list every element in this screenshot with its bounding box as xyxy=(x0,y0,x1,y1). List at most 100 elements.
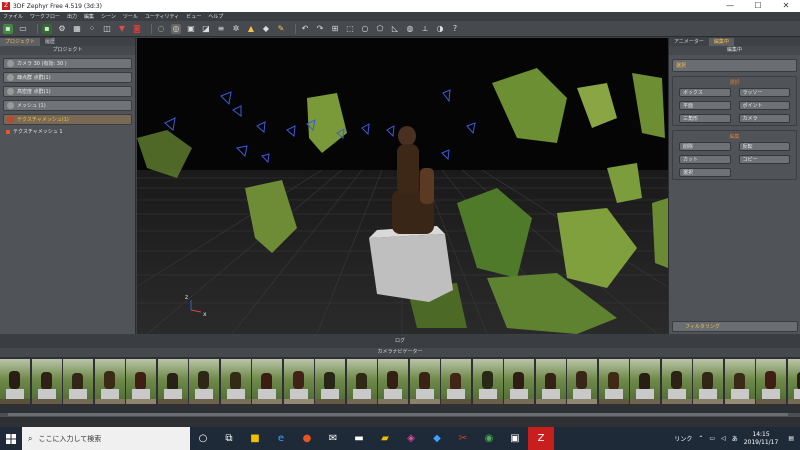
volume-icon[interactable]: ◁ xyxy=(721,435,726,442)
tray-links-label[interactable]: リンク xyxy=(674,434,692,443)
filtering-button[interactable]: フィルタリング xyxy=(672,321,798,332)
lines-icon[interactable]: ≡ xyxy=(216,24,226,34)
camera-thumbnail[interactable] xyxy=(661,359,692,404)
minimize-button[interactable]: — xyxy=(716,0,744,12)
grid-icon[interactable]: ▦ xyxy=(72,24,82,34)
zephyr-taskbar-icon[interactable]: Z xyxy=(528,427,554,450)
camera-thumbnail[interactable] xyxy=(724,359,755,404)
paint-icon[interactable]: ◈ xyxy=(398,427,424,450)
cut-button[interactable]: カット xyxy=(679,155,731,164)
circle-icon[interactable]: ○ xyxy=(360,24,370,34)
camera-thumbnail[interactable] xyxy=(693,359,723,404)
camera-thumbnail[interactable] xyxy=(378,359,408,404)
undo-icon[interactable]: ↶ xyxy=(300,24,310,34)
menu-edit[interactable]: 編集 xyxy=(84,13,94,20)
menu-export[interactable]: 出力 xyxy=(67,13,77,20)
camera-thumbnail[interactable] xyxy=(220,359,251,404)
taskbar-search[interactable]: ⌕ ここに入力して検索 xyxy=(22,427,190,450)
menu-file[interactable]: ファイル xyxy=(3,13,23,20)
open-icon[interactable]: ▭ xyxy=(18,24,28,34)
textured-mesh-entry[interactable]: テクスチャメッシュ 1 xyxy=(6,128,132,135)
camera-thumbnail[interactable] xyxy=(31,359,62,404)
camera-thumbnail[interactable] xyxy=(63,359,93,404)
project-item-cameras[interactable]: カメラ 30 (有効: 30 ) xyxy=(3,58,132,69)
help-icon[interactable]: ? xyxy=(450,24,460,34)
camera-thumbnail[interactable] xyxy=(283,359,314,404)
camera-thumbnail[interactable] xyxy=(504,359,534,404)
filmstrip-scroll-thumb[interactable] xyxy=(8,413,788,416)
camera-thumbnail[interactable] xyxy=(409,359,440,404)
camera-thumbnail[interactable] xyxy=(126,359,156,404)
triangle-icon[interactable]: ◺ xyxy=(390,24,400,34)
camera-thumbnail[interactable] xyxy=(630,359,660,404)
box-select-button[interactable]: ボックス xyxy=(679,88,731,97)
camera-select-button[interactable]: カメラ xyxy=(738,114,790,123)
remote-desktop-icon[interactable]: ▣ xyxy=(502,427,528,450)
mail-icon[interactable]: ✉ xyxy=(320,427,346,450)
menu-tools[interactable]: ツール xyxy=(123,13,138,20)
lasso-select-button[interactable]: ラッソー xyxy=(738,88,790,97)
copy-button[interactable]: コピー xyxy=(738,155,790,164)
camera-thumbnail[interactable] xyxy=(0,359,30,404)
camera-thumbnail[interactable] xyxy=(756,359,786,404)
menu-utilities[interactable]: ユーティリティ xyxy=(145,13,179,20)
menu-view[interactable]: ビュー xyxy=(186,13,201,20)
triangle-select-button[interactable]: 三角形 xyxy=(679,114,731,123)
camera-filmstrip[interactable] xyxy=(0,357,800,413)
camera-thumbnail[interactable] xyxy=(346,359,377,404)
tool-icon[interactable]: ⟂ xyxy=(420,24,430,34)
snipping-icon[interactable]: ✂ xyxy=(450,427,476,450)
select-mode-button[interactable]: 選択 xyxy=(672,59,797,72)
tab-history[interactable]: 履歴 xyxy=(40,38,60,46)
invert-button[interactable]: 反転 xyxy=(738,142,790,151)
network-icon[interactable]: ▭ xyxy=(709,435,715,442)
select-box-icon[interactable]: ⬚ xyxy=(345,24,355,34)
save-icon[interactable]: ▪ xyxy=(42,23,52,34)
mesh-icon[interactable]: ◫ xyxy=(102,24,112,34)
mask-icon[interactable]: ◑ xyxy=(435,24,445,34)
redo-icon[interactable]: ↷ xyxy=(315,24,325,34)
close-button[interactable]: ✕ xyxy=(772,0,800,12)
frame-icon[interactable]: ▣ xyxy=(186,24,196,34)
plane-select-button[interactable]: 平面 xyxy=(679,101,731,110)
new-project-icon[interactable]: ▪ xyxy=(3,23,13,34)
maximize-button[interactable]: ☐ xyxy=(744,0,772,12)
tray-chevron-icon[interactable]: ⌃ xyxy=(698,435,703,442)
brush-icon[interactable]: ✎ xyxy=(276,24,286,34)
clock[interactable]: 14:15 2019/11/17 xyxy=(744,431,779,447)
camera-thumbnail[interactable] xyxy=(94,359,125,404)
log-bar[interactable]: ログ xyxy=(0,335,800,348)
rotate-icon[interactable]: ◌ xyxy=(156,24,166,34)
texture-icon[interactable]: ◆ xyxy=(261,24,271,34)
marker-icon[interactable]: ▼ xyxy=(117,24,127,34)
project-item-dense-cloud[interactable]: 高密度 点群(1) xyxy=(3,86,132,97)
3d-viewport[interactable]: z x xyxy=(137,38,668,334)
chrome-icon[interactable]: ◉ xyxy=(476,427,502,450)
camera-thumbnail[interactable] xyxy=(441,359,471,404)
tab-project[interactable]: プロジェクト xyxy=(0,38,41,46)
tab-editing[interactable]: 編集中 xyxy=(708,38,734,46)
camera-thumbnail[interactable] xyxy=(189,359,219,404)
warning-icon[interactable]: ▲ xyxy=(246,24,256,34)
menu-scene[interactable]: シーン xyxy=(101,13,116,20)
task-view-icon[interactable]: ⧉ xyxy=(216,427,242,450)
menu-workflow[interactable]: ワークフロー xyxy=(30,13,60,20)
terminal-icon[interactable]: ▬ xyxy=(346,427,372,450)
project-item-textured-mesh[interactable]: テクスチャメッシュ(1) xyxy=(3,114,132,125)
polygon-icon[interactable]: ⬠ xyxy=(375,24,385,34)
start-button[interactable] xyxy=(0,427,22,450)
camera-thumbnail[interactable] xyxy=(567,359,597,404)
settings-icon[interactable]: ⚙ xyxy=(57,24,67,34)
camera-thumbnail[interactable] xyxy=(315,359,345,404)
vscode-icon[interactable]: ◆ xyxy=(424,427,450,450)
cortana-icon[interactable]: ○ xyxy=(190,427,216,450)
notification-icon[interactable]: ▤ xyxy=(788,435,794,442)
ime-indicator[interactable]: あ xyxy=(732,434,738,443)
perspective-icon[interactable]: ◪ xyxy=(201,24,211,34)
point-select-button[interactable]: ポイント xyxy=(738,101,790,110)
tab-animator[interactable]: アニメーター xyxy=(669,38,709,46)
project-item-sparse-cloud[interactable]: 疎点群 点群(1) xyxy=(3,72,132,83)
camera-icon[interactable]: ◙ xyxy=(132,24,142,34)
camera-thumbnail[interactable] xyxy=(157,359,188,404)
file-explorer-icon[interactable]: ▰ xyxy=(372,427,398,450)
